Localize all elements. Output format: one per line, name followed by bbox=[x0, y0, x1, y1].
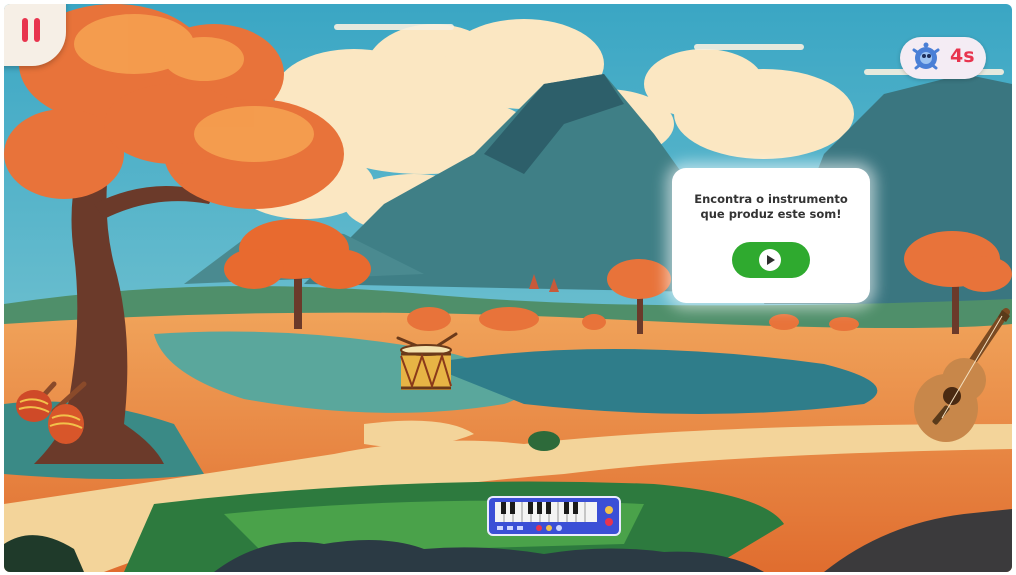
maracas-icon bbox=[16, 381, 87, 444]
pause-icon bbox=[34, 18, 40, 42]
prompt-line-1: Encontra o instrumento bbox=[694, 192, 848, 206]
prompt-card: Encontra o instrumento que produz este s… bbox=[672, 168, 870, 303]
guitar-icon bbox=[914, 308, 1010, 442]
prompt-text: Encontra o instrumento que produz este s… bbox=[678, 192, 864, 222]
prompt-line-2: que produz este som! bbox=[700, 207, 842, 221]
instrument-guitar[interactable] bbox=[906, 308, 1012, 448]
instrument-maracas[interactable] bbox=[14, 376, 94, 448]
timer-badge: 4s bbox=[900, 37, 986, 79]
instrument-keyboard[interactable] bbox=[487, 496, 621, 536]
pause-icon bbox=[22, 18, 28, 42]
timer-value: 4s bbox=[950, 45, 975, 67]
play-icon bbox=[767, 255, 775, 265]
drum-icon bbox=[396, 332, 458, 390]
mascot-icon bbox=[912, 42, 940, 70]
keyboard-icon bbox=[487, 496, 621, 536]
play-sound-button[interactable] bbox=[732, 242, 810, 278]
game-stage: 4s Encontra o instrumento que produz est… bbox=[4, 4, 1012, 572]
instrument-drum[interactable] bbox=[394, 330, 460, 394]
